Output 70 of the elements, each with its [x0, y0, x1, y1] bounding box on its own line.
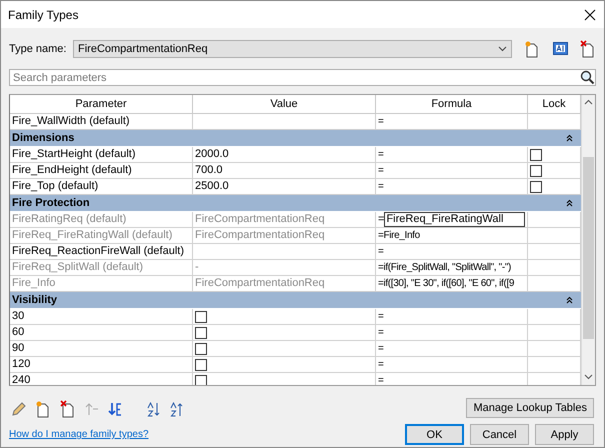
group-title: Fire Protection: [12, 197, 90, 209]
value-checkbox[interactable]: [195, 374, 207, 385]
lock-checkbox[interactable]: [530, 180, 542, 192]
column-header[interactable]: Value: [193, 95, 376, 114]
formula-cell: =Fire_Info: [376, 228, 528, 244]
formula-cell: =: [376, 244, 528, 260]
value-cell: -: [193, 260, 376, 276]
formula-cell: =: [376, 373, 528, 385]
collapse-icon[interactable]: [566, 134, 573, 142]
help-link[interactable]: How do I manage family types?: [9, 429, 149, 440]
parameter-cell: FireReq_FireRatingWall (default): [10, 228, 193, 244]
value-checkbox[interactable]: [195, 342, 207, 354]
value-cell: 700.0: [193, 163, 376, 179]
manage-lookup-tables-button[interactable]: Manage Lookup Tables: [466, 398, 594, 418]
window-title: Family Types: [8, 8, 78, 22]
new-type-button[interactable]: [524, 40, 540, 58]
value-cell: FireCompartmentationReq: [193, 212, 376, 228]
close-icon[interactable]: [584, 8, 596, 20]
formula-cell: =: [376, 357, 528, 373]
formula-cell: =: [376, 309, 528, 325]
dialog-button[interactable]: Cancel: [470, 424, 529, 445]
value-checkbox[interactable]: [195, 326, 207, 338]
group-header[interactable]: Dimensions: [10, 130, 581, 147]
pencil-icon[interactable]: [11, 402, 26, 416]
parameter-cell: FireReq_ReactionFireWall (default): [10, 244, 193, 260]
group-header[interactable]: Visibility: [10, 292, 581, 309]
value-cell: FireCompartmentationReq: [193, 228, 376, 244]
lock-checkbox[interactable]: [530, 148, 542, 160]
lock-checkbox[interactable]: [530, 164, 542, 176]
parameter-cell: 120: [10, 357, 193, 373]
type-name-label: Type name:: [9, 42, 67, 54]
formula-cell: =: [376, 325, 528, 341]
type-name-dropdown[interactable]: FireCompartmentationReq: [73, 40, 512, 58]
delete-parameter-button[interactable]: [60, 400, 76, 418]
parameter-cell: FireReq_SplitWall (default): [10, 260, 193, 276]
search-field[interactable]: Search parameters: [9, 69, 596, 86]
group-title: Visibility: [12, 294, 58, 306]
new-parameter-button[interactable]: [35, 400, 51, 418]
formula-cell: =if(Fire_SplitWall, "SplitWall", "-"): [376, 260, 528, 276]
search-icon: [580, 70, 595, 85]
formula-cell: =: [376, 341, 528, 357]
delete-type-button[interactable]: [580, 40, 596, 58]
chevron-down-icon: [498, 46, 507, 52]
parameter-cell: 240: [10, 373, 193, 385]
parameter-cell: 60: [10, 325, 193, 341]
dialog-button[interactable]: Apply: [535, 424, 594, 445]
collapse-icon[interactable]: [566, 199, 573, 207]
column-header[interactable]: Lock: [528, 95, 581, 114]
group-header[interactable]: Fire Protection: [10, 195, 581, 212]
rename-type-button[interactable]: [552, 40, 568, 58]
column-header[interactable]: Parameter: [10, 95, 193, 114]
parameter-cell: 30: [10, 309, 193, 325]
formula-cell: =: [376, 147, 528, 163]
value-cell: 2000.0: [193, 147, 376, 163]
sort-ascending-icon[interactable]: [147, 402, 161, 416]
formula-cell: =: [376, 163, 528, 179]
parameter-cell: Fire_StartHeight (default): [10, 147, 193, 163]
value-checkbox[interactable]: [195, 310, 207, 322]
parameter-cell: Fire_EndHeight (default): [10, 163, 193, 179]
parameter-cell: 90: [10, 341, 193, 357]
dialog-button[interactable]: OK: [405, 424, 464, 445]
sort-descending-icon[interactable]: [170, 402, 184, 416]
formula-equals: =: [378, 212, 384, 227]
parameter-cell: FireRatingReq (default): [10, 212, 193, 228]
collapse-icon[interactable]: [566, 296, 573, 304]
move-down-icon[interactable]: [108, 402, 123, 416]
group-title: Dimensions: [12, 132, 74, 144]
scrollbar[interactable]: [581, 95, 595, 385]
value-checkbox[interactable]: [195, 358, 207, 370]
column-header[interactable]: Formula: [376, 95, 528, 114]
